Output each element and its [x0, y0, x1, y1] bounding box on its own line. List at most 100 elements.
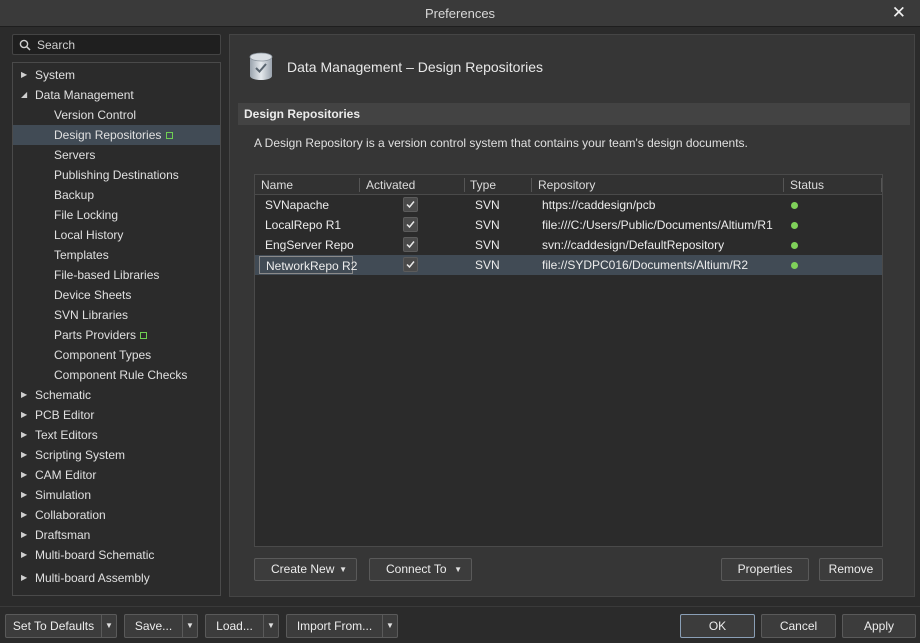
tree-item-simulation[interactable]: ▶ Simulation: [13, 485, 220, 505]
expand-arrow-icon[interactable]: ▶: [21, 65, 29, 85]
tree-item-data-management[interactable]: ◢ Data Management: [13, 85, 220, 105]
tree-item-multi-board-schematic[interactable]: ▶ Multi-board Schematic: [13, 545, 220, 565]
properties-button[interactable]: Properties: [721, 558, 809, 581]
search-input[interactable]: Search: [12, 34, 221, 55]
chevron-down-icon[interactable]: ▼: [264, 614, 279, 638]
column-divider[interactable]: [359, 178, 360, 192]
expand-arrow-icon[interactable]: ▶: [21, 445, 29, 465]
set-to-defaults-label[interactable]: Set To Defaults: [5, 614, 102, 638]
tree-item-pcb-editor[interactable]: ▶ PCB Editor: [13, 405, 220, 425]
tree-item-label: System: [35, 68, 76, 82]
tree-item-design-repositories[interactable]: Design Repositories: [13, 125, 220, 145]
status-ok-icon: [791, 202, 798, 209]
tree-item-svn-libraries[interactable]: SVN Libraries: [13, 305, 220, 325]
expand-arrow-icon[interactable]: ▶: [21, 525, 29, 545]
table-row[interactable]: NetworkRepo R2 SVN file://SYDPC016/Documen…: [255, 255, 882, 275]
search-placeholder: Search: [37, 38, 76, 52]
column-divider[interactable]: [531, 178, 532, 192]
table-row[interactable]: EngServer Repo SVN svn://caddesign/Default…: [255, 235, 882, 255]
repo-name-cell: EngServer Repo: [265, 238, 354, 252]
column-divider[interactable]: [881, 178, 882, 192]
tree-item-label: Multi-board Schematic: [35, 548, 155, 562]
expand-arrow-icon[interactable]: ▶: [21, 485, 29, 505]
tree-item-text-editors[interactable]: ▶ Text Editors: [13, 425, 220, 445]
activated-checkbox[interactable]: [403, 237, 418, 252]
tree-item-component-types[interactable]: Component Types: [13, 345, 220, 365]
tree-item-version-control[interactable]: Version Control: [13, 105, 220, 125]
expand-arrow-icon[interactable]: ▶: [21, 568, 29, 588]
expand-arrow-icon[interactable]: ▶: [21, 505, 29, 525]
column-divider[interactable]: [464, 178, 465, 192]
column-header-type[interactable]: Type: [470, 178, 496, 192]
tree-item-label: Backup: [54, 188, 95, 202]
import-from-button[interactable]: Import From... ▼: [286, 614, 398, 638]
chevron-down-icon[interactable]: ▼: [383, 614, 398, 638]
tree-item-device-sheets[interactable]: Device Sheets: [13, 285, 220, 305]
tree-item-cam-editor[interactable]: ▶ CAM Editor: [13, 465, 220, 485]
tree-item-label: SVN Libraries: [54, 308, 129, 322]
ok-button[interactable]: OK: [680, 614, 755, 638]
close-icon[interactable]: ✕: [892, 3, 906, 23]
activated-checkbox[interactable]: [403, 197, 418, 212]
expand-arrow-icon[interactable]: ▶: [21, 465, 29, 485]
column-header-status[interactable]: Status: [790, 178, 824, 192]
status-ok-icon: [791, 262, 798, 269]
collapse-arrow-icon[interactable]: ◢: [21, 85, 29, 105]
connect-to-button[interactable]: Connect To ▼: [369, 558, 472, 581]
repo-url-cell: file://SYDPC016/Documents/Altium/R2: [542, 258, 749, 272]
chevron-down-icon[interactable]: ▼: [183, 614, 198, 638]
tree-item-multi-board-assembly[interactable]: ▶ Multi-board Assembly: [13, 568, 220, 588]
tree-item-label: Collaboration: [35, 508, 106, 522]
chevron-down-icon: ▼: [454, 565, 462, 574]
tree-item-scripting-system[interactable]: ▶ Scripting System: [13, 445, 220, 465]
tree-item-file-locking[interactable]: File Locking: [13, 205, 220, 225]
cancel-button[interactable]: Cancel: [761, 614, 836, 638]
column-divider[interactable]: [783, 178, 784, 192]
checkmark-icon: [406, 261, 415, 269]
chevron-down-icon[interactable]: ▼: [102, 614, 117, 638]
column-header-activated[interactable]: Activated: [366, 178, 415, 192]
save-label[interactable]: Save...: [124, 614, 183, 638]
tree-item-publishing-destinations[interactable]: Publishing Destinations: [13, 165, 220, 185]
tree-item-draftsman[interactable]: ▶ Draftsman: [13, 525, 220, 545]
repo-name-cell: LocalRepo R1: [265, 218, 342, 232]
set-to-defaults-button[interactable]: Set To Defaults ▼: [5, 614, 117, 638]
tree-item-label: Text Editors: [35, 428, 98, 442]
tree-item-local-history[interactable]: Local History: [13, 225, 220, 245]
activated-checkbox[interactable]: [403, 257, 418, 272]
tree-item-parts-providers[interactable]: Parts Providers: [13, 325, 220, 345]
tree-item-component-rule-checks[interactable]: Component Rule Checks: [13, 365, 220, 385]
tree-item-system[interactable]: ▶ System: [13, 65, 220, 85]
remove-button[interactable]: Remove: [819, 558, 883, 581]
apply-button[interactable]: Apply: [842, 614, 916, 638]
section-header: Design Repositories: [238, 103, 910, 125]
expand-arrow-icon[interactable]: ▶: [21, 385, 29, 405]
expand-arrow-icon[interactable]: ▶: [21, 545, 29, 565]
grid-header: Name Activated Type Repository Status: [255, 175, 882, 195]
expand-arrow-icon[interactable]: ▶: [21, 425, 29, 445]
search-icon: [19, 39, 31, 51]
tree-item-file-based-libraries[interactable]: File-based Libraries: [13, 265, 220, 285]
table-row[interactable]: SVNapache SVN https://caddesign/pcb: [255, 195, 882, 215]
tree-item-templates[interactable]: Templates: [13, 245, 220, 265]
column-header-repository[interactable]: Repository: [538, 178, 595, 192]
table-row[interactable]: LocalRepo R1 SVN file:///C:/Users/Public/D…: [255, 215, 882, 235]
preferences-tree[interactable]: ▶ System ◢ Data Management Version Control De…: [12, 62, 221, 596]
tree-item-label: File-based Libraries: [54, 268, 160, 282]
tree-item-collaboration[interactable]: ▶ Collaboration: [13, 505, 220, 525]
column-header-name[interactable]: Name: [261, 178, 293, 192]
tree-item-servers[interactable]: Servers: [13, 145, 220, 165]
activated-checkbox[interactable]: [403, 217, 418, 232]
load-label[interactable]: Load...: [205, 614, 264, 638]
create-new-button[interactable]: Create New ▼: [254, 558, 357, 581]
tree-item-label: Scripting System: [35, 448, 126, 462]
tree-item-schematic[interactable]: ▶ Schematic: [13, 385, 220, 405]
import-from-label[interactable]: Import From...: [286, 614, 383, 638]
tree-item-label: Draftsman: [35, 528, 91, 542]
load-button[interactable]: Load... ▼: [205, 614, 279, 638]
tree-item-backup[interactable]: Backup: [13, 185, 220, 205]
repo-url-cell: svn://caddesign/DefaultRepository: [542, 238, 725, 252]
expand-arrow-icon[interactable]: ▶: [21, 405, 29, 425]
window-title: Preferences: [424, 6, 496, 21]
save-button[interactable]: Save... ▼: [124, 614, 198, 638]
